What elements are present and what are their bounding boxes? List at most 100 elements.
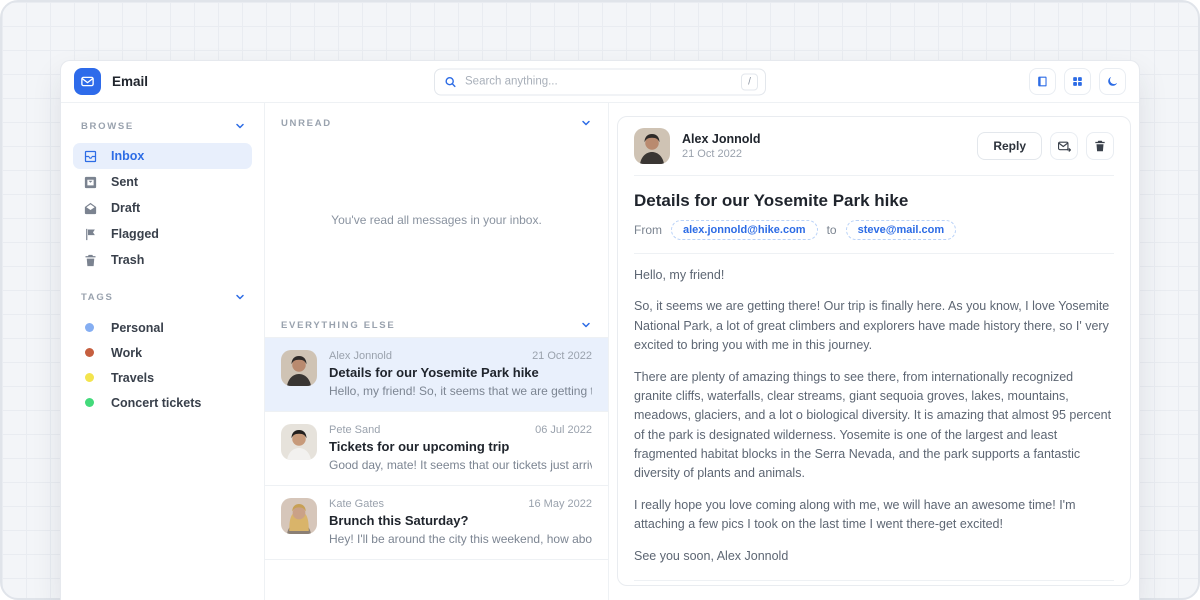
avatar — [634, 128, 670, 164]
topbar-actions — [1029, 68, 1126, 95]
book-icon — [1036, 75, 1049, 88]
avatar — [281, 350, 317, 386]
browse-section-header: BROWSE — [73, 116, 252, 136]
trash-icon — [83, 253, 98, 268]
detail-sender-name: Alex Jonnold — [682, 132, 760, 146]
browse-nav: Inbox Sent Draft — [73, 143, 252, 273]
mail-subject: Tickets for our upcoming trip — [329, 439, 592, 454]
tag-label: Work — [111, 346, 142, 360]
tag-label: Concert tickets — [111, 396, 201, 410]
tag-item-travels[interactable]: Travels — [73, 365, 252, 390]
mail-subject: Details for our Yosemite Park hike — [329, 365, 592, 380]
browse-collapse-button[interactable] — [234, 120, 246, 132]
mail-preview: Hey! I'll be around the city this weeken… — [329, 532, 592, 546]
mail-summary: Kate Gates 16 May 2022 Brunch this Satur… — [329, 498, 592, 546]
detail-subject: Details for our Yosemite Park hike — [634, 191, 1114, 211]
sidebar-item-label: Inbox — [111, 149, 144, 163]
everything-else-section-header: EVERYTHING ELSE — [265, 305, 608, 337]
moon-icon — [1106, 75, 1119, 88]
search-shortcut-badge: / — [741, 73, 758, 90]
grid-icon — [1071, 75, 1084, 88]
tag-dot — [85, 348, 94, 357]
mail-date: 21 Oct 2022 — [532, 350, 592, 362]
sidebar-item-label: Draft — [111, 201, 140, 215]
reply-button[interactable]: Reply — [977, 132, 1042, 160]
message-detail-column: Alex Jonnold 21 Oct 2022 Reply — [609, 103, 1139, 600]
browse-title: BROWSE — [81, 121, 134, 132]
mail-subject: Brunch this Saturday? — [329, 513, 592, 528]
top-bar: Email / — [61, 61, 1139, 103]
unread-collapse-button[interactable] — [580, 117, 592, 129]
search-bar[interactable]: / — [434, 68, 766, 95]
body-paragraph: I really hope you love coming along with… — [634, 496, 1114, 535]
library-button[interactable] — [1029, 68, 1056, 95]
avatar — [281, 498, 317, 534]
mail-sender: Pete Sand — [329, 424, 380, 436]
tag-item-work[interactable]: Work — [73, 340, 252, 365]
chevron-down-icon — [580, 117, 592, 129]
sidebar: BROWSE Inbox — [61, 103, 265, 600]
tag-dot — [85, 373, 94, 382]
tag-item-concert-tickets[interactable]: Concert tickets — [73, 390, 252, 415]
detail-date: 21 Oct 2022 — [682, 148, 760, 160]
sidebar-item-sent[interactable]: Sent — [73, 169, 252, 195]
everything-else-collapse-button[interactable] — [580, 319, 592, 331]
sidebar-item-inbox[interactable]: Inbox — [73, 143, 252, 169]
unread-empty-state: You've read all messages in your inbox. — [265, 135, 608, 305]
mail-list-item-pete[interactable]: Pete Sand 06 Jul 2022 Tickets for our up… — [265, 411, 608, 485]
mail-date: 16 May 2022 — [528, 498, 592, 510]
detail-header: Alex Jonnold 21 Oct 2022 Reply — [634, 117, 1114, 176]
dark-mode-button[interactable] — [1099, 68, 1126, 95]
mail-preview: Good day, mate! It seems that our ticket… — [329, 458, 592, 472]
forward-button[interactable] — [1050, 132, 1078, 160]
chevron-down-icon — [580, 319, 592, 331]
chevron-down-icon — [234, 120, 246, 132]
body-paragraph: There are plenty of amazing things to se… — [634, 368, 1114, 484]
mail-sender: Alex Jonnold — [329, 350, 392, 362]
attachments-divider — [634, 580, 1114, 581]
tag-dot — [85, 398, 94, 407]
body-paragraph: Hello, my friend! — [634, 266, 1114, 285]
email-app-window: Email / — [60, 60, 1140, 600]
to-email-chip[interactable]: steve@mail.com — [846, 220, 957, 240]
sidebar-item-label: Flagged — [111, 227, 159, 241]
unread-title: UNREAD — [281, 118, 332, 129]
chevron-down-icon — [234, 291, 246, 303]
delete-button[interactable] — [1086, 132, 1114, 160]
search-input[interactable] — [465, 76, 733, 88]
message-body: Hello, my friend! So, it seems we are ge… — [634, 266, 1114, 566]
tag-label: Personal — [111, 321, 164, 335]
sidebar-item-label: Sent — [111, 175, 138, 189]
flag-icon — [83, 227, 98, 242]
from-email-chip[interactable]: alex.jonnold@hike.com — [671, 220, 818, 240]
apps-grid-button[interactable] — [1064, 68, 1091, 95]
sidebar-item-draft[interactable]: Draft — [73, 195, 252, 221]
sidebar-item-flagged[interactable]: Flagged — [73, 221, 252, 247]
unread-section-header: UNREAD — [265, 103, 608, 135]
envelope-forward-icon — [1057, 139, 1072, 154]
draft-icon — [83, 201, 98, 216]
sender-block: Alex Jonnold 21 Oct 2022 — [682, 132, 760, 160]
from-label: From — [634, 223, 662, 237]
message-detail-card: Alex Jonnold 21 Oct 2022 Reply — [617, 116, 1131, 586]
tags-section-header: TAGS — [73, 287, 252, 307]
tags-collapse-button[interactable] — [234, 291, 246, 303]
avatar — [281, 424, 317, 460]
body-paragraph: So, it seems we are getting there! Our t… — [634, 297, 1114, 355]
sent-icon — [83, 175, 98, 190]
tag-dot — [85, 323, 94, 332]
mail-date: 06 Jul 2022 — [535, 424, 592, 436]
mail-sender: Kate Gates — [329, 498, 384, 510]
sidebar-item-trash[interactable]: Trash — [73, 247, 252, 273]
tag-item-personal[interactable]: Personal — [73, 315, 252, 340]
mail-list-item-kate[interactable]: Kate Gates 16 May 2022 Brunch this Satur… — [265, 485, 608, 560]
to-label: to — [827, 223, 837, 237]
app-title: Email — [112, 74, 148, 89]
tags-title: TAGS — [81, 292, 113, 303]
body-paragraph: See you soon, Alex Jonnold — [634, 547, 1114, 566]
detail-actions: Reply — [977, 132, 1114, 160]
mail-list-item-alex[interactable]: Alex Jonnold 21 Oct 2022 Details for our… — [265, 337, 608, 411]
sidebar-item-label: Trash — [111, 253, 144, 267]
mail-preview: Hello, my friend! So, it seems that we a… — [329, 384, 592, 398]
message-list-column: UNREAD You've read all messages in your … — [265, 103, 609, 600]
